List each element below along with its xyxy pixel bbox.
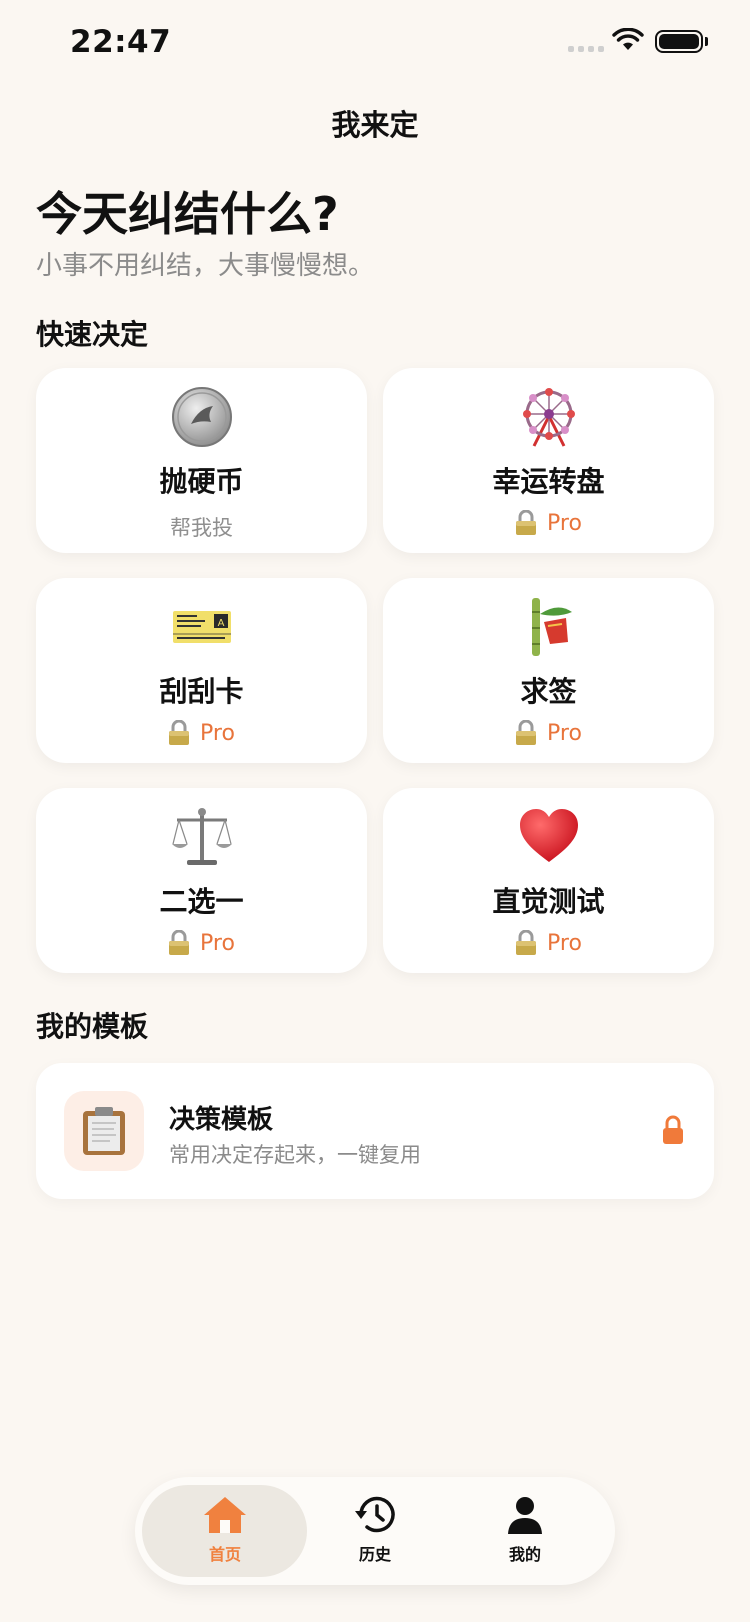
tab-history[interactable]: 历史 bbox=[315, 1495, 435, 1565]
card-title: 抛硬币 bbox=[159, 465, 244, 498]
card-lucky-wheel[interactable]: 幸运转盘 Pro bbox=[383, 368, 714, 553]
pro-badge: Pro bbox=[515, 930, 582, 956]
pro-label: Pro bbox=[547, 930, 582, 956]
pro-label: Pro bbox=[200, 930, 235, 956]
pro-badge: Pro bbox=[515, 510, 582, 536]
tab-label: 历史 bbox=[358, 1545, 391, 1564]
card-pick-one[interactable]: 二选一 Pro bbox=[36, 788, 367, 973]
pro-badge: Pro bbox=[168, 720, 235, 746]
history-icon bbox=[355, 1496, 395, 1533]
lock-icon bbox=[516, 720, 537, 745]
card-title: 求签 bbox=[520, 675, 577, 708]
tab-bar: 首页 历史 我的 bbox=[135, 1477, 615, 1585]
ferris-wheel-icon bbox=[518, 386, 580, 448]
templates-section-title: 我的模板 bbox=[36, 1010, 149, 1043]
scales-icon bbox=[171, 806, 233, 868]
svg-text:A: A bbox=[217, 618, 224, 629]
quick-decision-grid: 抛硬币 帮我投 幸运转盘 Pro A 刮刮卡 Pro 求签 Pro 二选一 Pr… bbox=[36, 368, 714, 973]
lock-icon bbox=[516, 930, 537, 955]
template-subtitle: 常用决定存起来，一键复用 bbox=[169, 1143, 421, 1167]
tanabata-tree-icon bbox=[518, 596, 580, 658]
card-scratch-card[interactable]: A 刮刮卡 Pro bbox=[36, 578, 367, 763]
lock-icon bbox=[663, 1115, 683, 1144]
ticket-icon: A bbox=[171, 596, 233, 658]
clipboard-icon bbox=[64, 1091, 144, 1171]
pro-label: Pro bbox=[547, 510, 582, 536]
pro-badge: Pro bbox=[168, 930, 235, 956]
heart-icon bbox=[518, 806, 580, 868]
battery-icon bbox=[655, 30, 703, 53]
tab-label: 我的 bbox=[508, 1545, 541, 1564]
decision-template-card[interactable]: 决策模板 常用决定存起来，一键复用 bbox=[36, 1063, 714, 1199]
tab-home[interactable]: 首页 bbox=[165, 1495, 285, 1565]
card-subtitle: 帮我投 bbox=[170, 516, 233, 540]
card-coin-flip[interactable]: 抛硬币 帮我投 bbox=[36, 368, 367, 553]
home-icon bbox=[204, 1497, 246, 1533]
pro-label: Pro bbox=[200, 720, 235, 746]
card-title: 幸运转盘 bbox=[492, 465, 605, 498]
card-fortune-stick[interactable]: 求签 Pro bbox=[383, 578, 714, 763]
card-title: 直觉测试 bbox=[492, 885, 605, 918]
wifi-icon bbox=[612, 28, 644, 50]
nav-title: 我来定 bbox=[331, 108, 419, 142]
tab-label: 首页 bbox=[208, 1545, 241, 1564]
card-title: 二选一 bbox=[159, 885, 244, 918]
lock-icon bbox=[169, 720, 190, 745]
pro-label: Pro bbox=[547, 720, 582, 746]
lock-icon bbox=[169, 930, 190, 955]
tab-profile[interactable]: 我的 bbox=[465, 1495, 585, 1565]
signal-icon bbox=[568, 46, 604, 52]
status-bar: 22:47 bbox=[0, 0, 750, 90]
page-subline: 小事不用纠结，大事慢慢想。 bbox=[36, 251, 375, 281]
coin-icon bbox=[171, 386, 233, 448]
status-time: 22:47 bbox=[70, 24, 172, 60]
card-intuition-test[interactable]: 直觉测试 Pro bbox=[383, 788, 714, 973]
lock-icon bbox=[516, 510, 537, 535]
page-headline: 今天纠结什么? bbox=[36, 187, 339, 241]
quick-section-title: 快速决定 bbox=[36, 318, 149, 351]
pro-badge: Pro bbox=[515, 720, 582, 746]
person-icon bbox=[508, 1497, 542, 1534]
card-title: 刮刮卡 bbox=[159, 675, 244, 708]
template-title: 决策模板 bbox=[169, 1105, 274, 1135]
